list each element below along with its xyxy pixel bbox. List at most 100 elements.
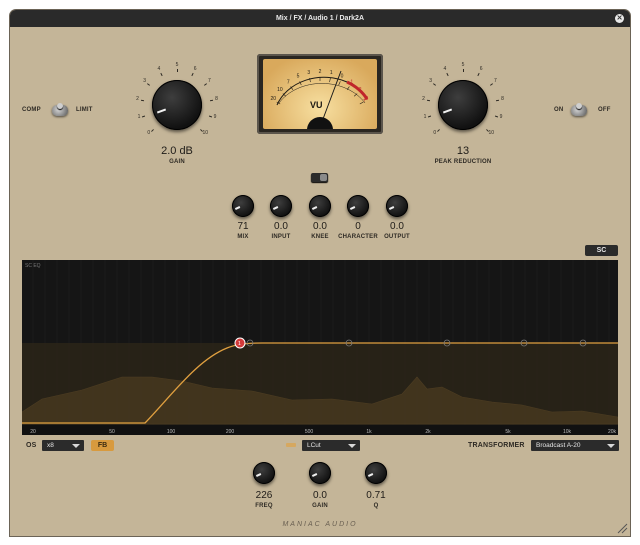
resize-grip-icon[interactable] — [616, 522, 628, 534]
vu-scale-4: 3 — [307, 70, 310, 76]
peak-reduction-scale-5: 5 — [461, 62, 465, 68]
gain-scale-8: 8 — [215, 95, 218, 102]
vu-label: VU — [310, 100, 323, 110]
eq-handle-number: 1 — [238, 341, 241, 347]
gain-tick-0 — [150, 128, 154, 132]
peak-reduction-value: 13 — [456, 145, 470, 157]
peak-reduction-scale-1: 1 — [423, 114, 427, 121]
vu-scale-3: 5 — [297, 74, 300, 80]
knob-mix[interactable] — [232, 195, 254, 217]
peak-reduction-tick-2 — [426, 99, 430, 101]
vu-meter-face: 20 10 7 5 3 2 1 0 1 2 3 VU + — [263, 59, 377, 129]
gain-scale-10: 10 — [202, 130, 209, 137]
freq-label-500: 500 — [305, 429, 314, 435]
title-bar: Mix / FX / Audio 1 / Dark2A ✕ — [10, 10, 630, 27]
gain-value: 2.0 dB — [161, 145, 193, 157]
gain-scale-1: 1 — [137, 114, 141, 121]
gain-knob[interactable] — [152, 80, 202, 130]
vu-scale-5: 2 — [319, 69, 322, 75]
knob-pointer — [234, 206, 241, 210]
gain-scale-2: 2 — [136, 95, 139, 102]
vu-meter: 20 10 7 5 3 2 1 0 1 2 3 VU + — [257, 54, 383, 134]
gain-tick-10 — [200, 128, 204, 132]
on-off-toggle[interactable] — [571, 103, 587, 116]
peak-reduction-tick-9 — [494, 115, 498, 118]
plugin-window: Mix / FX / Audio 1 / Dark2A ✕ COMP LIMIT… — [10, 10, 630, 536]
gain-scale-7: 7 — [207, 78, 211, 85]
sc-eq-label: SC EQ — [25, 263, 41, 269]
knob-pointer — [367, 473, 374, 477]
freq-label-20k: 20k — [608, 429, 617, 435]
os-value: x8 — [47, 442, 54, 449]
knob-label-input: INPUT — [271, 234, 291, 240]
vu-scale-8: 1 — [350, 79, 353, 85]
freq-label-200: 200 — [226, 429, 235, 435]
window-title: Mix / FX / Audio 1 / Dark2A — [275, 15, 365, 22]
gain-tick-8 — [210, 99, 214, 101]
peak-reduction-tick-4 — [445, 72, 449, 76]
peak-reduction-tick-10 — [486, 128, 490, 132]
knob-knee[interactable] — [309, 195, 331, 217]
knob-pointer — [349, 206, 356, 210]
chevron-down-icon — [607, 444, 615, 448]
freq-label-10k: 10k — [563, 429, 572, 435]
sc-eq-display[interactable]: SC EQ 20 50 100 200 500 1k 2k 5k 10k 20k 1 — [22, 260, 618, 435]
gain-tick-3 — [147, 83, 151, 87]
peak-reduction-tick-3 — [433, 83, 437, 87]
eq-knob-q[interactable] — [365, 462, 387, 484]
knob-pointer — [272, 206, 279, 210]
peak-reduction-scale-0: 0 — [433, 130, 437, 137]
knob-pointer — [311, 473, 318, 477]
peak-reduction-tick-1 — [428, 115, 432, 118]
comp-limit-toggle[interactable] — [52, 103, 68, 116]
vu-scale-6: 1 — [330, 70, 333, 76]
freq-label-1k: 1k — [366, 429, 372, 435]
off-label: OFF — [598, 107, 611, 113]
vu-scale-1: 10 — [277, 87, 283, 93]
filter-enable-indicator[interactable] — [286, 443, 296, 447]
vu-tick-6 — [329, 78, 331, 83]
link-toggle[interactable] — [311, 173, 328, 182]
eq-knob-freq[interactable] — [253, 462, 275, 484]
peak-reduction-knob[interactable] — [438, 80, 488, 130]
brand-logo: MANIAC AUDIO — [282, 521, 358, 528]
filter-type-value: LCut — [307, 442, 321, 449]
comp-label: COMP — [22, 107, 41, 113]
eq-knob-gain[interactable] — [309, 462, 331, 484]
vu-scale-9: 2 — [359, 87, 362, 93]
vu-tick-7 — [338, 81, 341, 86]
peak-reduction-tick-7 — [489, 83, 493, 87]
peak-reduction-scale-2: 2 — [422, 95, 425, 102]
peak-reduction-scale-9: 9 — [499, 114, 503, 121]
knob-label-knee: KNEE — [311, 234, 329, 240]
os-dropdown[interactable]: x8 — [42, 440, 84, 451]
eq-knob-value-freq: 226 — [255, 490, 273, 501]
knob-output[interactable] — [386, 195, 408, 217]
transformer-label: TRANSFORMER — [468, 442, 525, 449]
gain-scale-9: 9 — [213, 114, 217, 121]
peak-reduction-tick-0 — [436, 128, 440, 132]
knob-value-character: 0 — [355, 221, 361, 232]
peak-reduction-tick-8 — [496, 99, 500, 101]
freq-label-5k: 5k — [505, 429, 511, 435]
gain-tick-1 — [142, 115, 146, 118]
on-label: ON — [554, 107, 564, 113]
knob-character[interactable] — [347, 195, 369, 217]
sc-button[interactable]: SC — [585, 245, 618, 256]
freq-label-2k: 2k — [425, 429, 431, 435]
gain-label: GAIN — [169, 159, 185, 165]
peak-reduction-knob-pointer — [442, 108, 453, 114]
peak-reduction-scale-6: 6 — [479, 66, 483, 73]
transformer-dropdown[interactable]: Broadcast A-20 — [531, 440, 619, 451]
close-icon[interactable]: ✕ — [615, 14, 624, 23]
limit-label: LIMIT — [76, 107, 93, 113]
eq-knob-label-q: Q — [373, 503, 379, 509]
filter-type-dropdown[interactable]: LCut — [302, 440, 360, 451]
knob-value-knee: 0.0 — [313, 221, 327, 232]
knob-input[interactable] — [270, 195, 292, 217]
fb-button[interactable]: FB — [91, 440, 114, 451]
gain-tick-4 — [159, 72, 163, 76]
eq-knob-label-gain: GAIN — [312, 503, 328, 509]
os-label: OS — [26, 442, 37, 449]
chevron-down-icon — [348, 444, 356, 448]
